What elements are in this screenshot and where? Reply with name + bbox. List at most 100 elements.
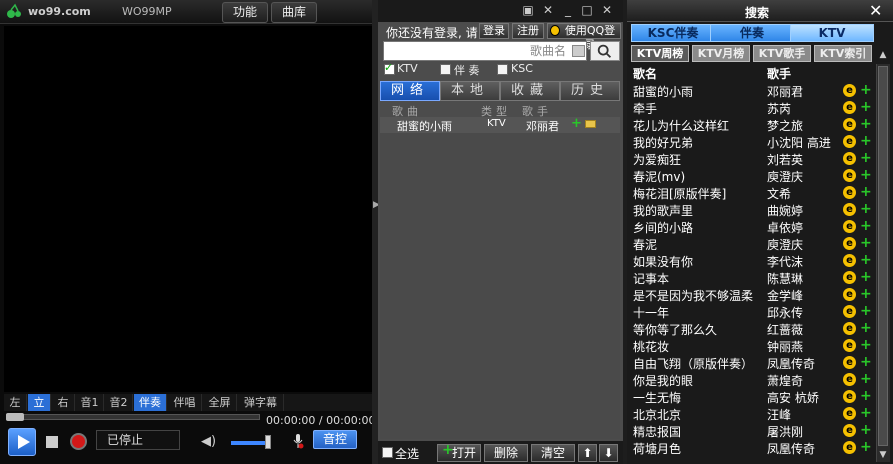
play-online-icon[interactable]: e (843, 373, 856, 386)
play-online-icon[interactable]: e (843, 390, 856, 403)
play-online-icon[interactable]: e (843, 305, 856, 318)
add-icon[interactable]: + (860, 235, 872, 251)
channel-audio1[interactable]: 音1 (76, 394, 104, 411)
add-icon[interactable]: + (860, 150, 872, 166)
volume-handle[interactable] (265, 435, 271, 449)
add-icon[interactable]: + (860, 320, 872, 336)
list-item[interactable]: 荷塘月色 凤凰传奇 e + (631, 439, 873, 456)
add-icon[interactable]: + (860, 201, 872, 217)
scrollbar-thumb[interactable] (878, 66, 888, 446)
channel-right[interactable]: 右 (52, 394, 75, 411)
add-icon[interactable]: + (860, 269, 872, 285)
play-online-icon[interactable]: e (843, 186, 856, 199)
clear-button[interactable]: 清空 (531, 444, 575, 462)
play-online-icon[interactable]: e (843, 169, 856, 182)
add-icon[interactable]: + (860, 82, 872, 98)
list-item[interactable]: 桃花妆 钟丽燕 e + (631, 337, 873, 354)
list-item[interactable]: 为爱痴狂 刘若英 e + (631, 150, 873, 167)
list-item[interactable]: 春泥 庾澄庆 e + (631, 235, 873, 252)
subtab-ktv-index[interactable]: KTV索引 (814, 45, 872, 62)
channel-stereo[interactable]: 立 (28, 394, 51, 411)
record-button[interactable] (70, 433, 87, 450)
add-icon[interactable]: + (860, 337, 872, 353)
add-icon[interactable]: + (860, 405, 872, 421)
add-icon[interactable]: + (860, 422, 872, 438)
search-icon[interactable] (590, 41, 620, 61)
tab-history[interactable]: 历史 (560, 81, 620, 101)
add-icon[interactable]: + (860, 99, 872, 115)
table-row[interactable]: 甜蜜的小雨 KTV 邓丽君 + (380, 116, 620, 133)
play-online-icon[interactable]: e (843, 220, 856, 233)
subtab-ktv-monthly[interactable]: KTV月榜 (692, 45, 750, 62)
add-icon[interactable]: + (860, 116, 872, 132)
play-online-icon[interactable]: e (843, 152, 856, 165)
add-icon[interactable]: + (860, 167, 872, 183)
move-up-button[interactable]: ⬆ (578, 444, 597, 462)
tab-favorites[interactable]: 收藏 (500, 81, 560, 101)
play-online-icon[interactable]: e (843, 237, 856, 250)
list-item[interactable]: 甜蜜的小雨 邓丽君 e + (631, 82, 873, 99)
play-online-icon[interactable]: e (843, 135, 856, 148)
list-item[interactable]: 记事本 陈慧琳 e + (631, 269, 873, 286)
add-icon[interactable]: + (860, 371, 872, 387)
subtab-ktv-weekly[interactable]: KTV周榜 (631, 45, 689, 62)
add-icon[interactable]: + (860, 133, 872, 149)
delete-button[interactable]: 删除 (484, 444, 528, 462)
sound-control-button[interactable]: 音控 (313, 430, 357, 449)
tab-local[interactable]: 本地 (440, 81, 500, 101)
play-online-icon[interactable]: e (843, 441, 856, 454)
list-item[interactable]: 等你等了那么久 红蔷薇 e + (631, 320, 873, 337)
folder-icon[interactable] (585, 120, 596, 128)
add-icon[interactable]: + (860, 303, 872, 319)
pin-icon[interactable]: ✕ (541, 3, 555, 17)
scroll-up-icon[interactable]: ▲ (877, 50, 889, 62)
play-online-icon[interactable]: e (843, 101, 856, 114)
play-online-icon[interactable]: e (843, 322, 856, 335)
register-button[interactable]: 注册 (512, 23, 544, 39)
microphone-icon[interactable] (292, 433, 304, 449)
function-menu-button[interactable]: 功能 (222, 2, 268, 23)
list-item[interactable]: 一生无悔 高安 杭娇 e + (631, 388, 873, 405)
add-icon[interactable]: + (860, 252, 872, 268)
add-icon[interactable]: + (860, 184, 872, 200)
chevron-down-icon[interactable] (572, 45, 585, 57)
add-icon[interactable]: + (571, 116, 582, 131)
list-item[interactable]: 春泥(mv) 庾澄庆 e + (631, 167, 873, 184)
list-item[interactable]: 乡间的小路 卓依婷 e + (631, 218, 873, 235)
play-online-icon[interactable]: e (843, 424, 856, 437)
add-icon[interactable]: + (860, 218, 872, 234)
library-menu-button[interactable]: 曲库 (271, 2, 317, 23)
channel-left[interactable]: 左 (4, 394, 27, 411)
play-online-icon[interactable]: e (843, 339, 856, 352)
list-item[interactable]: 我的歌声里 曲婉婷 e + (631, 201, 873, 218)
play-online-icon[interactable]: e (843, 203, 856, 216)
minimize-icon[interactable]: _ (561, 3, 575, 17)
list-item[interactable]: 梅花泪[原版伴奏] 文希 e + (631, 184, 873, 201)
add-icon[interactable]: + (860, 286, 872, 302)
login-button[interactable]: 登录 (479, 23, 509, 39)
ksc-checkbox[interactable] (497, 64, 508, 75)
play-online-icon[interactable]: e (843, 271, 856, 284)
tab-network[interactable]: 网络 (380, 81, 440, 101)
maximize-icon[interactable]: □ (580, 3, 594, 17)
tab-ktv[interactable]: KTV (790, 24, 874, 42)
play-online-icon[interactable]: e (843, 254, 856, 267)
select-all-checkbox[interactable] (382, 447, 393, 458)
move-down-button[interactable]: ⬇ (599, 444, 618, 462)
list-item[interactable]: 你是我的眼 萧煌奇 e + (631, 371, 873, 388)
video-area[interactable] (4, 26, 374, 392)
list-item[interactable]: 精忠报国 屠洪刚 e + (631, 422, 873, 439)
tab-ksc-accompaniment[interactable]: KSC伴奏 (631, 24, 715, 42)
add-icon[interactable]: + (860, 439, 872, 455)
play-online-icon[interactable]: e (843, 118, 856, 131)
stop-button[interactable] (46, 436, 58, 448)
channel-accompaniment[interactable]: 伴奏 (134, 394, 167, 411)
list-item[interactable]: 十一年 邱永传 e + (631, 303, 873, 320)
list-item[interactable]: 是不是因为我不够温柔 金学峰 e + (631, 286, 873, 303)
list-item[interactable]: 自由飞翔（原版伴奏） 凤凰传奇 e + (631, 354, 873, 371)
channel-audio2[interactable]: 音2 (105, 394, 133, 411)
add-icon[interactable]: + (860, 388, 872, 404)
list-item[interactable]: 牵手 苏芮 e + (631, 99, 873, 116)
speaker-icon[interactable]: ◀) (201, 434, 216, 449)
scroll-down-icon[interactable]: ▼ (877, 450, 889, 462)
